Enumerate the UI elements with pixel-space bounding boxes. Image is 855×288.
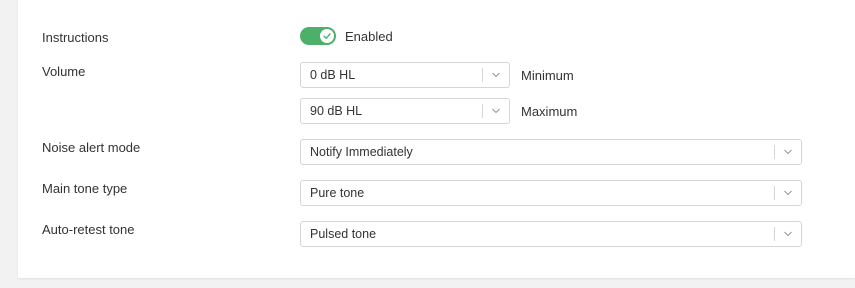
- auto-retest-tone-select[interactable]: Pulsed tone: [300, 221, 802, 247]
- instructions-label: Instructions: [42, 30, 109, 45]
- instructions-toggle-row: Enabled: [300, 27, 393, 45]
- noise-alert-mode-value: Notify Immediately: [310, 145, 413, 159]
- volume-minimum-value: 0 dB HL: [310, 68, 356, 82]
- select-divider: [774, 145, 775, 159]
- volume-minimum-label: Minimum: [521, 68, 574, 83]
- select-divider: [774, 227, 775, 241]
- auto-retest-tone-value: Pulsed tone: [310, 227, 377, 241]
- auto-retest-tone-label: Auto-retest tone: [42, 222, 135, 237]
- volume-maximum-value: 90 dB HL: [310, 104, 363, 118]
- chevron-down-icon: [492, 72, 500, 78]
- chevron-down-icon: [784, 190, 792, 196]
- select-divider: [774, 186, 775, 200]
- volume-label: Volume: [42, 64, 86, 79]
- volume-maximum-label: Maximum: [521, 104, 578, 119]
- instructions-toggle[interactable]: [300, 27, 336, 45]
- volume-maximum-select[interactable]: 90 dB HL: [300, 98, 510, 124]
- settings-panel: Instructions Enabled Volume 0 dB HL Mini…: [18, 0, 855, 278]
- chevron-down-icon: [784, 231, 792, 237]
- noise-alert-mode-select[interactable]: Notify Immediately: [300, 139, 802, 165]
- select-divider: [482, 68, 483, 82]
- instructions-toggle-state: Enabled: [345, 28, 393, 44]
- main-tone-type-value: Pure tone: [310, 186, 365, 200]
- chevron-down-icon: [492, 108, 500, 114]
- chevron-down-icon: [784, 149, 792, 155]
- check-icon: [320, 29, 334, 43]
- volume-minimum-select[interactable]: 0 dB HL: [300, 62, 510, 88]
- main-tone-type-label: Main tone type: [42, 181, 128, 196]
- main-tone-type-select[interactable]: Pure tone: [300, 180, 802, 206]
- select-divider: [482, 104, 483, 118]
- noise-alert-mode-label: Noise alert mode: [42, 140, 141, 155]
